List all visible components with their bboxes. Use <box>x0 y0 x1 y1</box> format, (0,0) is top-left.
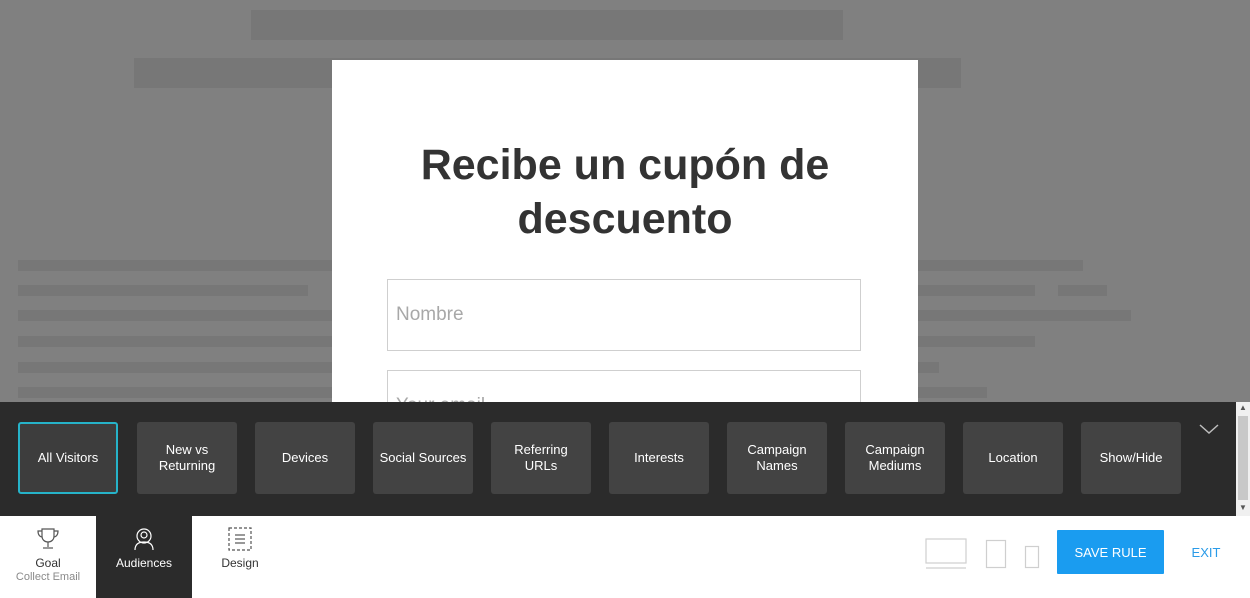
audience-location[interactable]: Location <box>963 422 1063 494</box>
user-icon <box>134 528 154 551</box>
audience-campaign-names[interactable]: Campaign Names <box>727 422 827 494</box>
design-icon <box>228 527 252 551</box>
scroll-thumb[interactable] <box>1238 416 1248 500</box>
popup-preview: Recibe un cupón de descuento <box>332 60 918 402</box>
bottom-toolbar: Goal Collect Email Audiences Design SAVE… <box>0 516 1250 598</box>
chevron-down-icon[interactable] <box>1198 420 1220 438</box>
audience-campaign-mediums[interactable]: Campaign Mediums <box>845 422 945 494</box>
tab-goal-label: Goal <box>35 556 61 570</box>
tab-audiences-label: Audiences <box>115 556 173 570</box>
audience-devices[interactable]: Devices <box>255 422 355 494</box>
tab-goal-sublabel: Collect Email <box>15 571 81 583</box>
audience-interests[interactable]: Interests <box>609 422 709 494</box>
save-rule-button[interactable]: SAVE RULE <box>1057 530 1164 574</box>
email-field[interactable] <box>387 370 861 402</box>
bg-placeholder-bar <box>918 285 1035 296</box>
scroll-down-icon[interactable]: ▼ <box>1236 502 1250 514</box>
mobile-icon[interactable] <box>1024 545 1040 569</box>
audience-new-vs-returning[interactable]: New vs Returning <box>137 422 237 494</box>
tab-audiences[interactable]: Audiences <box>96 516 192 598</box>
desktop-icon[interactable] <box>924 537 968 571</box>
name-field[interactable] <box>387 279 861 351</box>
bg-placeholder-bar <box>18 285 308 296</box>
audience-social-sources[interactable]: Social Sources <box>373 422 473 494</box>
tab-design[interactable]: Design <box>192 516 288 598</box>
audience-referring-urls[interactable]: Referring URLs <box>491 422 591 494</box>
tab-design-label: Design <box>221 556 259 570</box>
toolbar-scrollbar[interactable]: ▲ ▼ <box>1236 402 1250 516</box>
audience-all-visitors[interactable]: All Visitors <box>18 422 118 494</box>
tablet-icon[interactable] <box>985 539 1007 569</box>
popup-heading: Recibe un cupón de descuento <box>420 141 830 243</box>
audience-show-hide[interactable]: Show/Hide <box>1081 422 1181 494</box>
bg-placeholder-bar <box>251 10 843 40</box>
trophy-icon <box>37 528 59 549</box>
exit-link[interactable]: EXIT <box>1186 545 1226 560</box>
tab-goal[interactable]: Goal Collect Email <box>0 516 96 598</box>
audience-toolbar: All Visitors New vs Returning Devices So… <box>0 402 1250 516</box>
bg-placeholder-bar <box>1058 285 1107 296</box>
scroll-up-icon[interactable]: ▲ <box>1236 402 1250 414</box>
